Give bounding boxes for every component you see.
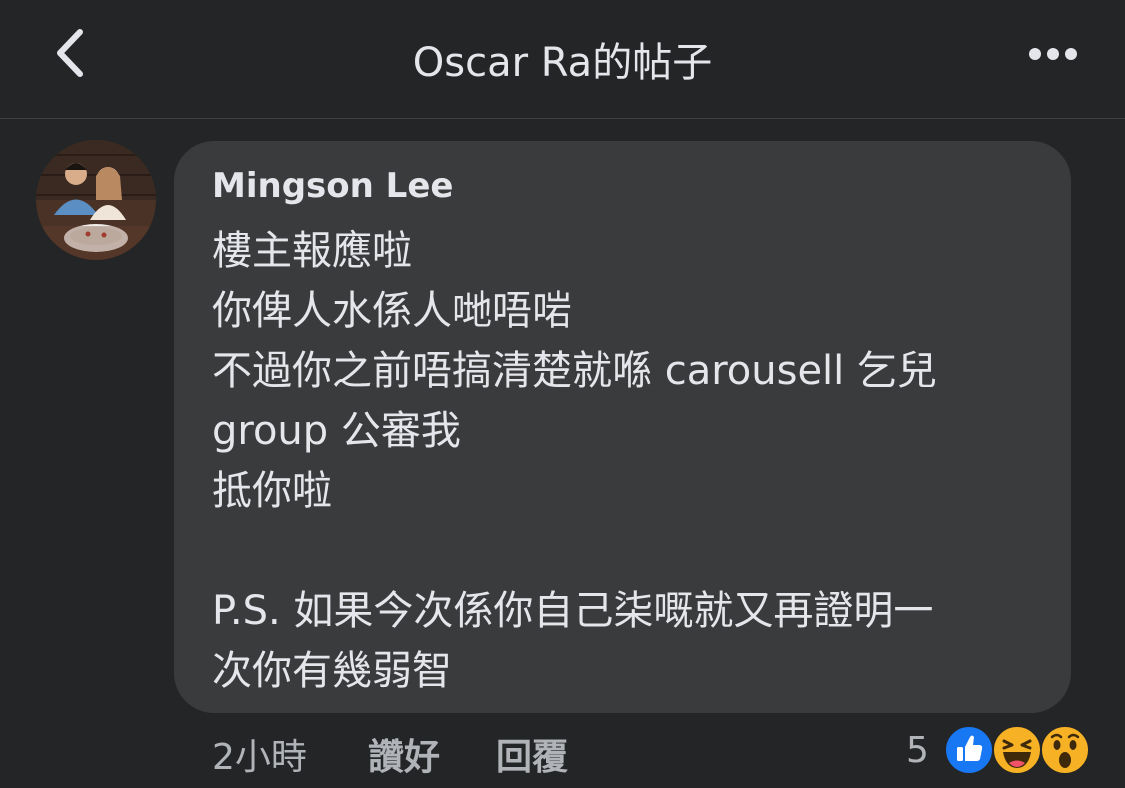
- more-options-button[interactable]: [1024, 36, 1084, 72]
- comment-line: P.S. 如果今次係你自己柒嘅就又再證明一: [212, 588, 934, 634]
- comment-line: 次你有幾弱智: [212, 648, 452, 694]
- comment-line: 你俾人水係人哋唔啱: [212, 288, 572, 334]
- comment-line: 抵你啦: [212, 468, 332, 514]
- haha-reaction[interactable]: [992, 725, 1042, 775]
- comment-author[interactable]: Mingson Lee: [212, 166, 453, 206]
- top-bar: Oscar Ra的帖子: [0, 0, 1125, 119]
- comment-body: 樓主報應啦 你俾人水係人哋唔啱 不過你之前唔搞清楚就喺 carousell 乞兒…: [212, 221, 1052, 701]
- more-horizontal-icon: [1029, 48, 1077, 60]
- reaction-count[interactable]: 5: [906, 730, 929, 771]
- comment-line: 樓主報應啦: [212, 228, 412, 274]
- reply-button[interactable]: 回覆: [496, 728, 568, 780]
- haha-icon: [992, 725, 1042, 775]
- comment-timestamp: 2小時: [212, 737, 307, 778]
- like-reaction[interactable]: [944, 725, 994, 775]
- avatar-photo: [36, 140, 156, 260]
- wow-icon: [1040, 725, 1090, 775]
- comment-line: 不過你之前唔搞清楚就喺 carousell 乞兒: [212, 348, 937, 394]
- like-button[interactable]: 讚好: [368, 728, 440, 780]
- avatar[interactable]: [36, 140, 156, 260]
- comment-bubble: Mingson Lee 樓主報應啦 你俾人水係人哋唔啱 不過你之前唔搞清楚就喺 …: [174, 141, 1071, 713]
- wow-reaction[interactable]: [1040, 725, 1090, 775]
- like-icon: [944, 725, 994, 775]
- comment-line: group 公審我: [212, 408, 461, 454]
- comment-line: [212, 521, 1052, 581]
- page-title: Oscar Ra的帖子: [412, 40, 713, 86]
